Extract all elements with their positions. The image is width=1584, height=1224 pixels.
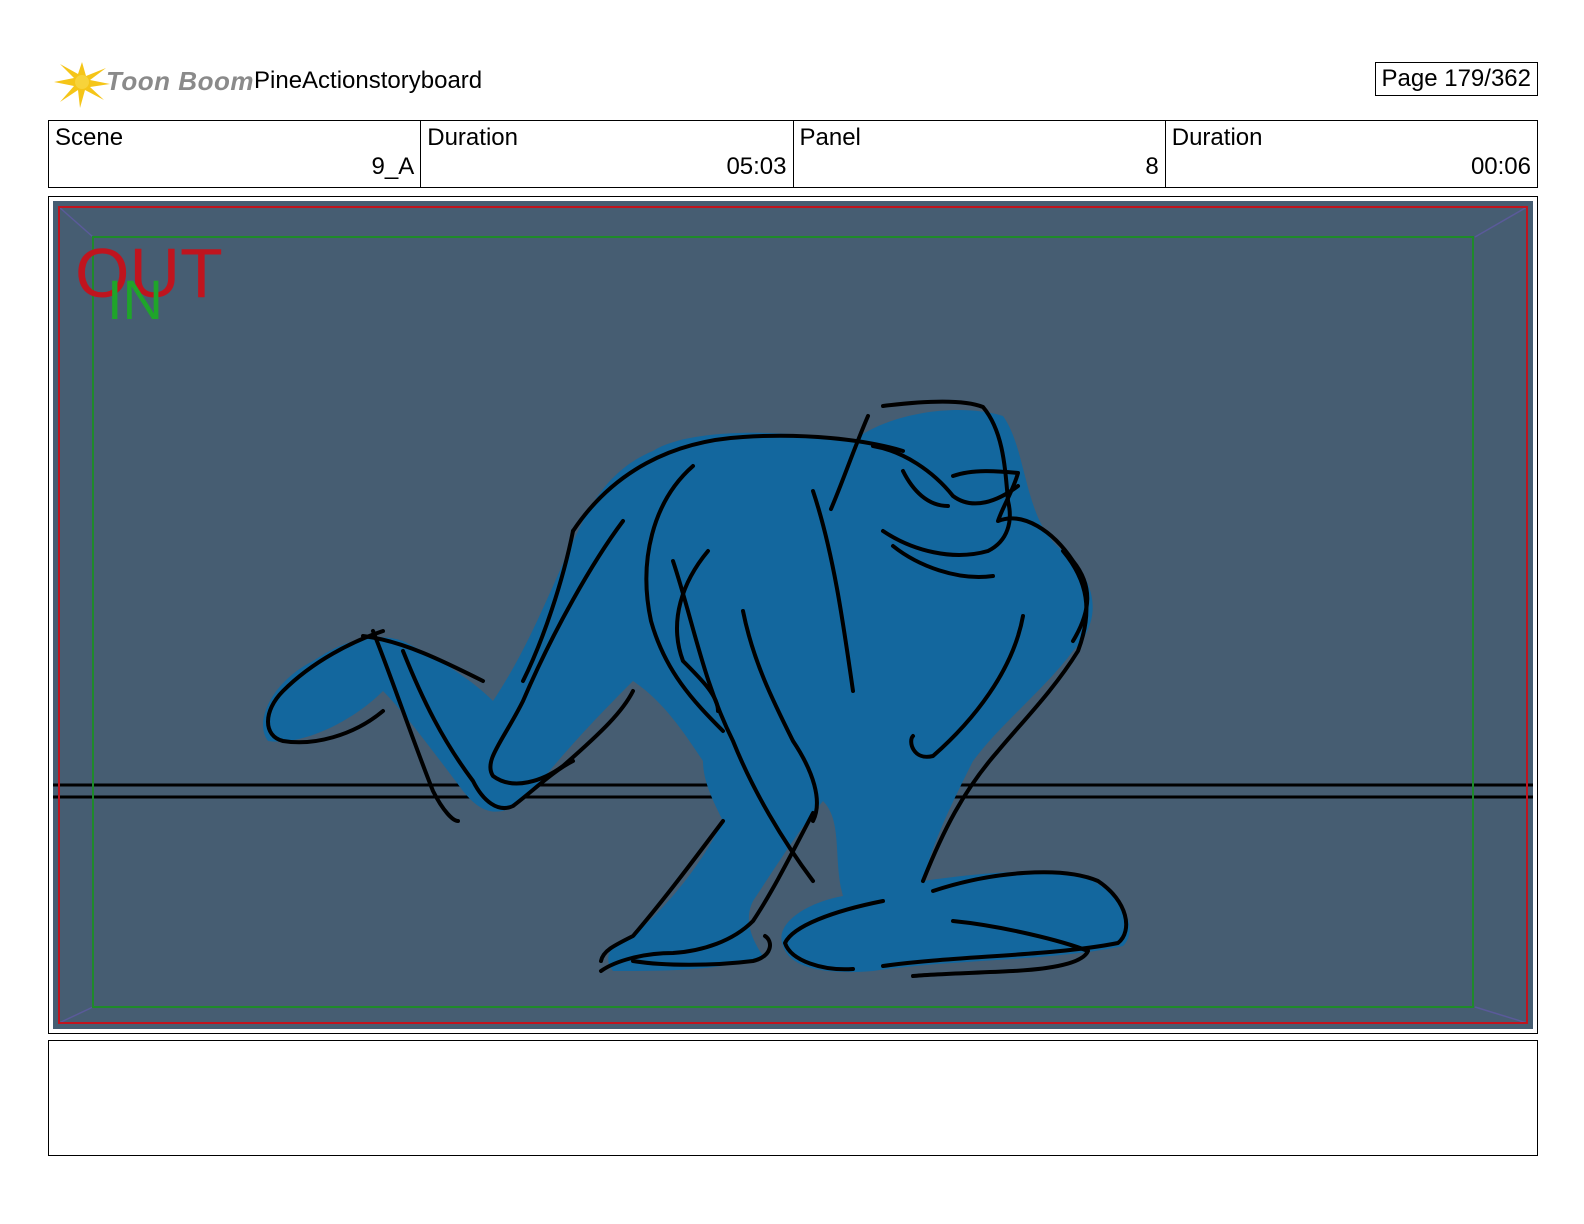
scene-duration-label: Duration xyxy=(427,124,518,151)
scene-cell: Scene 9_A xyxy=(49,121,422,187)
panel-duration-cell: Duration 00:06 xyxy=(1166,121,1537,187)
panel-duration-label: Duration xyxy=(1171,124,1263,151)
panel-image: OUT IN xyxy=(53,201,1533,1029)
panel-cell: Panel 8 xyxy=(794,121,1166,187)
in-label: IN xyxy=(107,268,163,331)
toon-boom-logo: Toon Boom xyxy=(52,54,253,110)
scene-value: 9_A xyxy=(371,153,415,180)
panel-notes-box xyxy=(48,1040,1538,1156)
scene-info-table: Scene 9_A Duration 05:03 Panel 8 Duratio… xyxy=(48,120,1538,188)
panel-label: Panel xyxy=(799,124,861,151)
panel-frame: OUT IN xyxy=(48,196,1538,1034)
scene-duration-cell: Duration 05:03 xyxy=(421,121,794,187)
scene-duration-value: 05:03 xyxy=(726,153,787,180)
starburst-icon xyxy=(54,62,110,108)
logo-text: Toon Boom xyxy=(106,66,254,96)
scene-label: Scene xyxy=(55,124,124,151)
project-name: PineActionstoryboard xyxy=(254,67,483,94)
panel-duration-value: 00:06 xyxy=(1470,153,1531,180)
page-header: Toon Boom PineActionstoryboard Page 179/… xyxy=(48,52,1538,112)
panel-value: 8 xyxy=(1145,153,1159,180)
page-number: Page 179/362 xyxy=(1374,62,1538,96)
